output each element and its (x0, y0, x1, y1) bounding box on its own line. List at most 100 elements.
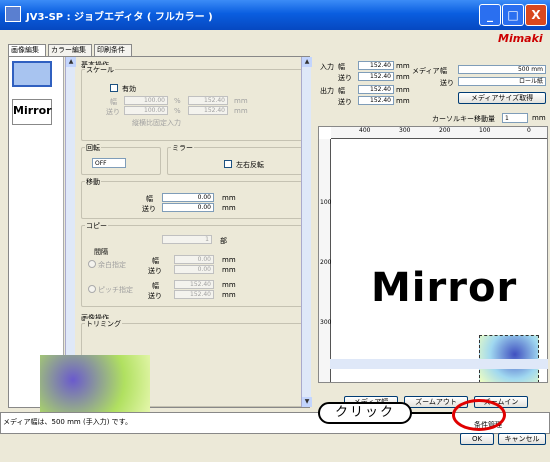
preview-h-scrollbar[interactable] (330, 359, 548, 369)
get-media-size-button[interactable]: メディアサイズ取得 (458, 92, 546, 104)
thumbnail-mirror[interactable]: Mirror (12, 99, 52, 125)
input-width-label: 幅 (338, 63, 345, 71)
output-width-label: 幅 (338, 87, 345, 95)
pitch-width-field[interactable]: 152.40 (174, 280, 214, 289)
cursor-unit-label: mm (532, 114, 546, 122)
tab-image-edit[interactable]: 画像編集 (8, 44, 46, 56)
ruler-tick-label: 400 (359, 127, 371, 134)
move-feed-label: 送り (142, 205, 156, 213)
move-label: 移動 (85, 177, 101, 187)
mimaki-logo: Mimaki (498, 32, 543, 45)
media-feed-label: 送り (440, 79, 454, 87)
pct-label: % (174, 107, 181, 115)
rotate-group: 回転 OFF (81, 143, 161, 175)
status-text: メディア幅は、500 mm (手入力) です。 (3, 418, 132, 426)
input-feed-value: 152.40 (358, 72, 394, 81)
scale-feed-pct-field[interactable]: 100.00 (124, 106, 168, 115)
close-button[interactable]: X (525, 4, 547, 26)
mm-label: mm (222, 281, 236, 289)
app-icon (5, 6, 21, 22)
scale-width-mm-field[interactable]: 152.40 (188, 96, 228, 105)
ok-highlight-circle (452, 399, 506, 431)
click-annotation: クリック (318, 402, 412, 424)
cursor-step-label: カーソルキー移動量 (432, 115, 495, 123)
move-feed-field[interactable]: 0.00 (162, 203, 214, 212)
auto-feed-field[interactable]: 0.00 (174, 265, 214, 274)
move-width-label: 幅 (146, 195, 153, 203)
mirror-label: ミラー (171, 143, 194, 153)
scale-enable-checkbox[interactable] (110, 84, 118, 92)
scroll-up-icon[interactable]: ▲ (66, 57, 76, 67)
gap-width-label: 幅 (152, 257, 159, 265)
rotate-select[interactable]: OFF (92, 158, 126, 168)
mm-label: mm (234, 97, 248, 105)
minimize-button[interactable]: _ (479, 4, 501, 26)
mm-label: mm (222, 266, 236, 274)
tab-color-edit[interactable]: カラー編集 (48, 44, 92, 56)
scale-enable-label: 有効 (122, 85, 136, 93)
mm-label: mm (222, 291, 236, 299)
move-width-field[interactable]: 0.00 (162, 193, 214, 202)
maximize-button[interactable]: □ (502, 4, 524, 26)
input-width-value: 152.40 (358, 61, 394, 70)
mirror-text-layout[interactable]: Mirror (371, 265, 517, 311)
scale-label: スケール (85, 65, 115, 75)
scroll-down-icon[interactable]: ▼ (302, 397, 312, 407)
mm-label: mm (396, 62, 410, 70)
auto-radio[interactable] (88, 260, 96, 268)
copy-count-field[interactable]: 1 (162, 235, 212, 244)
mm-label: mm (222, 194, 236, 202)
pitch-feed-label: 送り (148, 292, 162, 300)
vertical-ruler: 100 200 300 (319, 139, 332, 382)
ok-button[interactable]: OK (460, 433, 494, 445)
copy-gap-label: 間隔 (94, 248, 108, 256)
keep-ratio-label[interactable]: 縦横比固定入力 (132, 118, 181, 128)
ruler-tick-label: 100 (320, 199, 332, 206)
copy-unit-label: 部 (220, 237, 227, 245)
media-feed-value: ロール紙 (458, 77, 546, 86)
pitch-radio[interactable] (88, 285, 96, 293)
preview-canvas[interactable]: 400 300 200 100 0 100 200 300 Mirror (318, 126, 548, 383)
move-group: 移動 幅 送り 0.00 0.00 mm mm (81, 177, 309, 219)
mm-label: mm (222, 204, 236, 212)
rotate-label: 回転 (85, 143, 101, 153)
ruler-tick-label: 300 (320, 319, 332, 326)
mirror-checkbox[interactable] (224, 160, 232, 168)
thumbnail-image[interactable] (12, 61, 52, 87)
mirror-group: ミラー 左右反転 (167, 143, 309, 175)
trim-preview-image (40, 355, 150, 417)
ruler-tick-label: 200 (439, 127, 451, 134)
auto-width-field[interactable]: 0.00 (174, 255, 214, 264)
scale-feed-mm-field[interactable]: 152.40 (188, 106, 228, 115)
mm-label: mm (396, 73, 410, 81)
title-bar: JV3-SP : ジョブエディタ ( フルカラー ) _ □ X (0, 0, 550, 30)
mm-label: mm (396, 86, 410, 94)
ruler-tick-label: 0 (527, 127, 531, 134)
output-width-value: 152.40 (358, 85, 394, 94)
pitch-label: ピッチ指定 (98, 286, 133, 294)
output-feed-value: 152.40 (358, 96, 394, 105)
app-window: JV3-SP : ジョブエディタ ( フルカラー ) _ □ X Mimaki … (0, 0, 550, 462)
tab-print-conditions[interactable]: 印刷条件 (94, 44, 132, 56)
ruler-tick-label: 300 (399, 127, 411, 134)
scale-width-pct-field[interactable]: 100.00 (124, 96, 168, 105)
cancel-button[interactable]: キャンセル (498, 433, 546, 445)
settings-scrollbar[interactable]: ▲ ▼ (301, 57, 312, 407)
scale-width-label: 幅 (110, 98, 117, 106)
scroll-up-icon[interactable]: ▲ (302, 57, 312, 67)
cursor-step-select[interactable]: 1 (502, 113, 528, 123)
mm-label: mm (396, 97, 410, 105)
gap-feed-label: 送り (148, 267, 162, 275)
media-width-label: 幅 (440, 67, 447, 75)
window-title: JV3-SP : ジョブエディタ ( フルカラー ) (26, 12, 213, 23)
output-feed-label: 送り (338, 98, 352, 106)
scale-group: スケール 有効 幅 送り 100.00 100.00 % % 152.40 15… (81, 65, 309, 141)
preview-panel: 入力 幅 152.40 mm 送り 152.40 mm 出力 幅 152.40 … (318, 56, 548, 408)
pitch-feed-field[interactable]: 152.40 (174, 290, 214, 299)
annotation-pointer-line (410, 412, 452, 414)
trim-label: トリミング (85, 319, 122, 329)
copy-group: コピー 1 部 間隔 余白指定 幅 送り 0.00 0.00 mm mm ピッチ… (81, 221, 309, 307)
ruler-tick-label: 200 (320, 259, 332, 266)
input-feed-label: 送り (338, 74, 352, 82)
pct-label: % (174, 97, 181, 105)
